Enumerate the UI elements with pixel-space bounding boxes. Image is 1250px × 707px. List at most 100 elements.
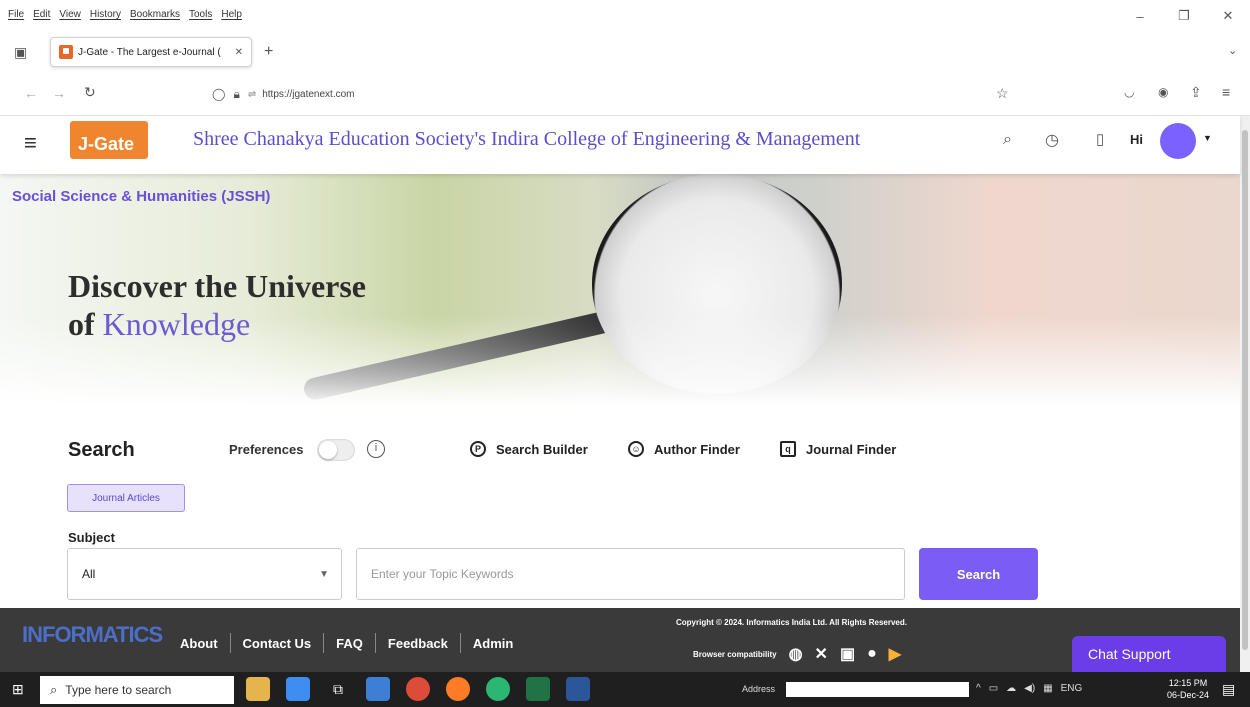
dropdown-caret-icon: ▼ [319, 569, 329, 580]
info-icon[interactable]: i [367, 440, 385, 458]
journal-finder-icon: q [780, 441, 796, 457]
hero-title: Discover the Universe of Knowledge [68, 267, 366, 343]
bookmark-star-icon[interactable]: ☆ [996, 85, 1009, 102]
bookmark-icon[interactable]: ▯ [1096, 130, 1104, 148]
informatics-logo[interactable]: INFORMATICS [22, 622, 163, 648]
windows-taskbar: ⊞ ⌕ Type here to search ⧉ Address ^ ▭ ☁ … [0, 672, 1250, 707]
preferences-toggle[interactable] [317, 439, 355, 461]
language-indicator[interactable]: ENG [1061, 683, 1083, 694]
volume-icon[interactable]: ◀) [1024, 683, 1035, 694]
reload-icon[interactable]: ↻ [84, 84, 96, 101]
divider [374, 633, 376, 653]
pocket-icon[interactable]: ◡ [1124, 85, 1134, 99]
taskbar-search-icon: ⌕ [50, 682, 58, 697]
footer-links: About Contact Us FAQ Feedback Admin [180, 633, 513, 653]
tray-chevron-icon[interactable]: ^ [976, 683, 981, 694]
journal-articles-chip[interactable]: Journal Articles [67, 484, 185, 512]
history-clock-icon[interactable]: ◷ [1045, 130, 1059, 150]
tab-overflow-chevron-icon[interactable]: ⌄ [1228, 44, 1237, 57]
footer-link-about[interactable]: About [180, 636, 218, 651]
new-tab-icon[interactable]: + [264, 43, 273, 61]
footer-link-faq[interactable]: FAQ [336, 636, 363, 651]
taskbar-edge-icon[interactable] [486, 677, 510, 701]
apple-icon: ● [867, 645, 877, 662]
hero-title-prefix: of [68, 306, 103, 342]
lock-icon[interactable]: 🔒︎ [233, 87, 239, 102]
search-builder-label: Search Builder [496, 441, 588, 457]
tracking-shield-icon[interactable]: ◯ [212, 87, 225, 101]
linkedin-icon: ▣ [839, 646, 856, 663]
menu-help[interactable]: Help [221, 9, 242, 20]
avatar[interactable] [1160, 123, 1196, 159]
browser-tab[interactable]: J-Gate - The Largest e-Journal ( ✕ [50, 37, 252, 67]
permissions-icon[interactable]: ⇌ [248, 89, 256, 100]
taskbar-file-explorer-icon[interactable] [366, 677, 390, 701]
restore-icon[interactable]: ❐ [1162, 4, 1206, 28]
menu-view[interactable]: View [59, 9, 81, 20]
divider [459, 633, 461, 653]
taskbar-clock[interactable]: 12:15 PM 06-Dec-24 [1167, 677, 1209, 701]
windows-start-icon[interactable]: ⊞ [12, 681, 24, 698]
hero-category: Social Science & Humanities (JSSH) [12, 188, 271, 205]
menu-file[interactable]: File [8, 9, 24, 20]
author-finder-label: Author Finder [654, 441, 740, 457]
taskbar-app-photos-icon[interactable] [246, 677, 270, 701]
institution-name: Shree Chanakya Education Society's Indir… [193, 128, 861, 150]
taskbar-word-icon[interactable] [566, 677, 590, 701]
tab-list-icon[interactable]: ▣ [14, 44, 27, 61]
taskbar-excel-icon[interactable] [526, 677, 550, 701]
subject-label: Subject [68, 530, 115, 545]
app-menu-icon[interactable]: ≡ [1222, 84, 1230, 100]
site-footer: INFORMATICS About Contact Us FAQ Feedbac… [0, 608, 1240, 672]
x-browser-icon: ✕ [814, 646, 828, 663]
journal-finder-link[interactable]: q Journal Finder [780, 441, 896, 457]
close-icon[interactable]: ✕ [1206, 4, 1250, 28]
taskbar-firefox-icon[interactable] [446, 677, 470, 701]
taskbar-app-store-icon[interactable] [286, 677, 310, 701]
tab-title: J-Gate - The Largest e-Journal ( [78, 46, 221, 58]
taskbar-chrome-icon[interactable] [406, 677, 430, 701]
author-finder-icon: ☺ [628, 441, 644, 457]
network-icon[interactable]: ▭ [989, 683, 998, 694]
search-builder-link[interactable]: P Search Builder [470, 441, 588, 457]
page-scrollbar[interactable] [1240, 116, 1250, 672]
subject-select[interactable]: All ▼ [67, 548, 342, 600]
footer-link-contact[interactable]: Contact Us [243, 636, 312, 651]
chat-support-button[interactable]: Chat Support [1072, 636, 1226, 672]
onedrive-icon[interactable]: ☁ [1006, 683, 1016, 694]
account-icon[interactable]: ◉ [1158, 85, 1168, 99]
back-icon[interactable]: ← [24, 85, 38, 101]
clock-date: 06-Dec-24 [1167, 690, 1210, 700]
scrollbar-thumb[interactable] [1242, 130, 1248, 650]
url-bar[interactable]: ◯ 🔒︎ ⇌ https://jgatenext.com [212, 81, 1024, 107]
menu-edit[interactable]: Edit [33, 9, 50, 20]
search-button[interactable]: Search [919, 548, 1038, 600]
jgate-logo[interactable]: J-Gate [70, 121, 148, 159]
search-heading: Search [68, 439, 135, 461]
menu-tools[interactable]: Tools [189, 9, 212, 20]
taskbar-search-placeholder: Type here to search [65, 683, 172, 697]
keyboard-icon[interactable]: ▦ [1043, 683, 1052, 694]
search-section: Search Preferences i P Search Builder ☺ … [0, 406, 1240, 608]
divider [323, 633, 325, 653]
jgate-logo-text: J-Gate [78, 134, 135, 154]
caret-down-icon[interactable]: ▼ [1203, 133, 1212, 143]
search-icon[interactable]: ⌕ [1003, 131, 1012, 149]
keyword-input[interactable] [356, 548, 905, 600]
menu-bookmarks[interactable]: Bookmarks [130, 9, 180, 20]
minimize-icon[interactable]: – [1118, 4, 1162, 28]
author-finder-link[interactable]: ☺ Author Finder [628, 441, 740, 457]
share-icon[interactable]: ⇪ [1190, 84, 1202, 101]
tab-close-icon[interactable]: ✕ [235, 47, 243, 58]
hero-title-line1: Discover the Universe [68, 268, 366, 304]
footer-link-feedback[interactable]: Feedback [388, 636, 448, 651]
notifications-icon[interactable]: ▤ [1222, 681, 1235, 698]
address-toolbar-input[interactable] [786, 682, 969, 697]
taskbar-search[interactable]: ⌕ Type here to search [40, 676, 234, 704]
browser-compatibility: Browser compatibility ◍ ✕ ▣ ● ▶ [693, 644, 901, 664]
task-view-icon[interactable]: ⧉ [326, 677, 350, 701]
menu-history[interactable]: History [90, 9, 121, 20]
footer-link-admin[interactable]: Admin [473, 636, 513, 651]
hamburger-menu-icon[interactable]: ≡ [24, 130, 37, 156]
forward-icon[interactable]: → [52, 85, 66, 101]
